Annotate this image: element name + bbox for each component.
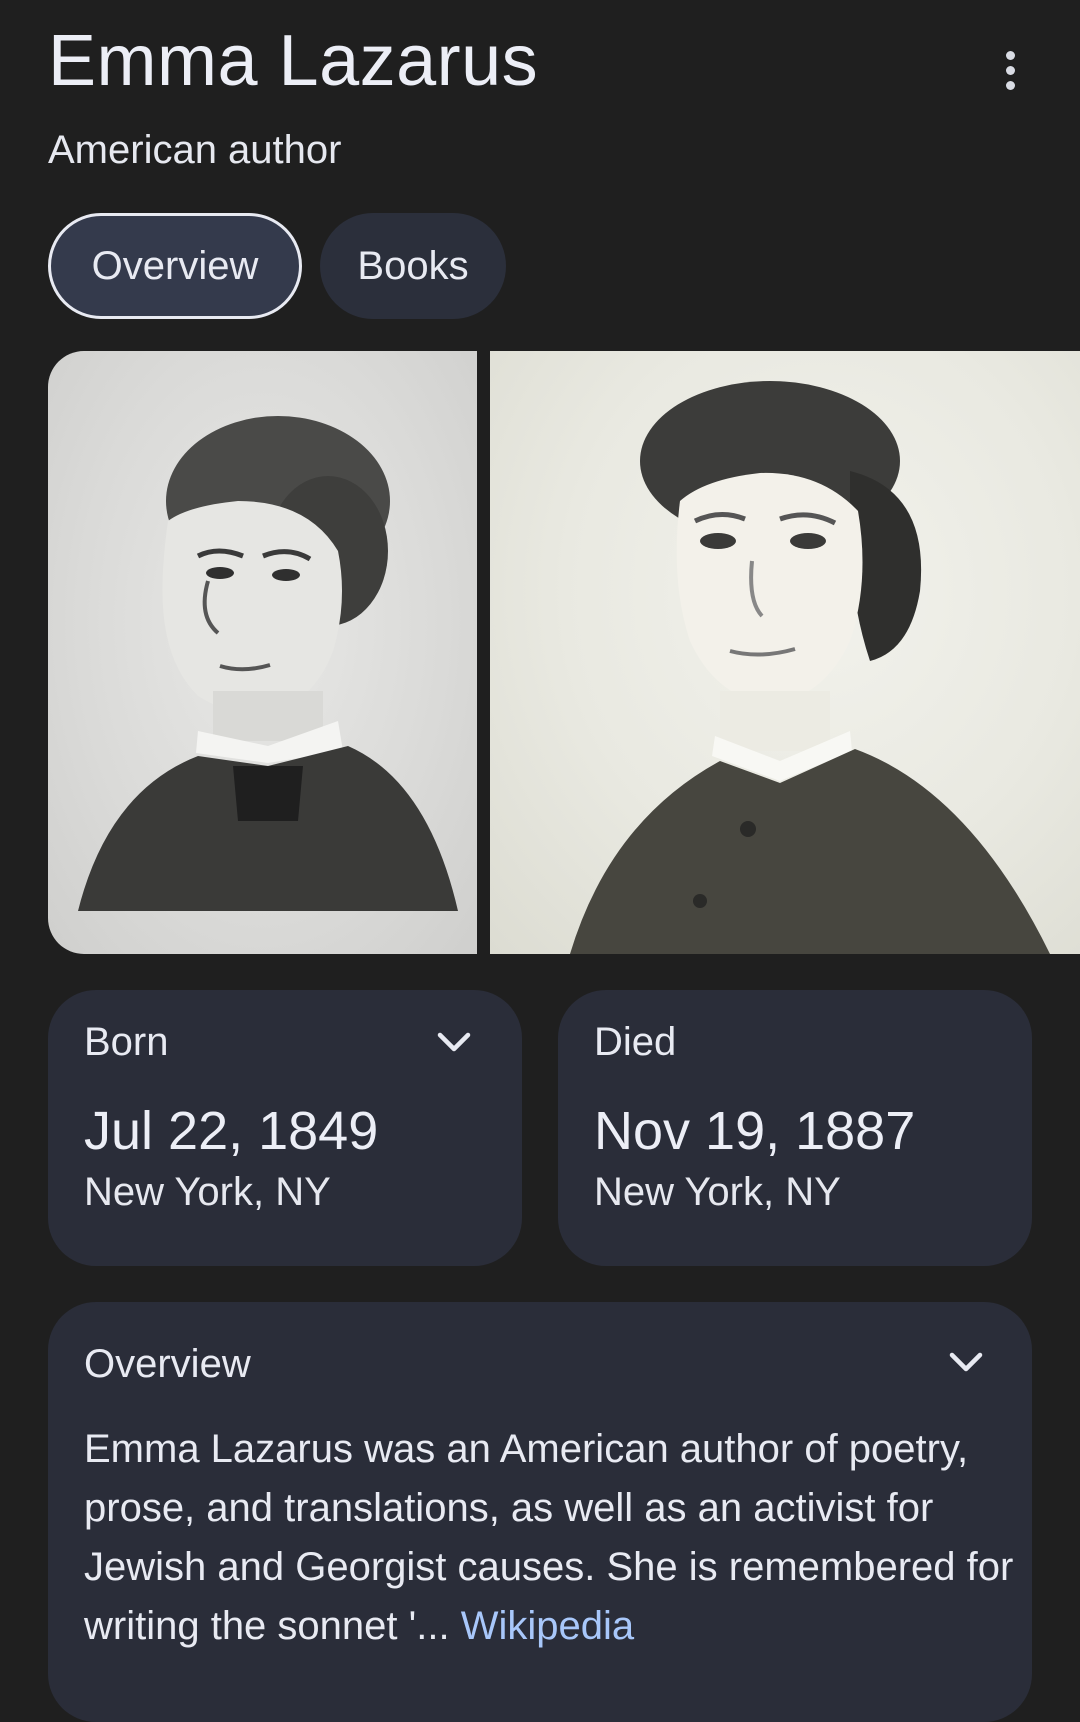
- tab-overview[interactable]: Overview: [48, 213, 302, 319]
- died-date: Nov 19, 1887: [594, 1101, 916, 1161]
- overview-label: Overview: [84, 1342, 251, 1386]
- entity-title: Emma Lazarus: [48, 21, 539, 101]
- entity-subtitle: American author: [48, 128, 342, 172]
- more-vert-icon-dot: [1005, 65, 1015, 75]
- more-vert-icon-dot: [1005, 80, 1015, 90]
- born-place: New York, NY: [84, 1170, 331, 1214]
- died-card[interactable]: Died Nov 19, 1887 New York, NY: [558, 990, 1032, 1266]
- chevron-down-icon[interactable]: [432, 1020, 476, 1064]
- more-vert-icon: [1005, 50, 1015, 60]
- tab-books[interactable]: Books: [320, 213, 506, 319]
- tab-bar: Overview Books: [48, 213, 506, 319]
- died-label: Died: [594, 1020, 677, 1064]
- portrait-image-engraving[interactable]: [48, 351, 477, 954]
- portrait-image-photo[interactable]: [490, 351, 1080, 954]
- chevron-down-icon[interactable]: [944, 1340, 988, 1384]
- wikipedia-link[interactable]: Wikipedia: [461, 1604, 634, 1648]
- born-label: Born: [84, 1020, 169, 1064]
- more-options-button[interactable]: [990, 42, 1030, 98]
- died-place: New York, NY: [594, 1170, 841, 1214]
- born-card[interactable]: Born Jul 22, 1849 New York, NY: [48, 990, 522, 1266]
- image-carousel[interactable]: [48, 351, 1080, 954]
- overview-card[interactable]: Overview Emma Lazarus was an American au…: [48, 1302, 1032, 1722]
- born-date: Jul 22, 1849: [84, 1101, 379, 1161]
- overview-text-block: Emma Lazarus was an American author of p…: [84, 1420, 1014, 1656]
